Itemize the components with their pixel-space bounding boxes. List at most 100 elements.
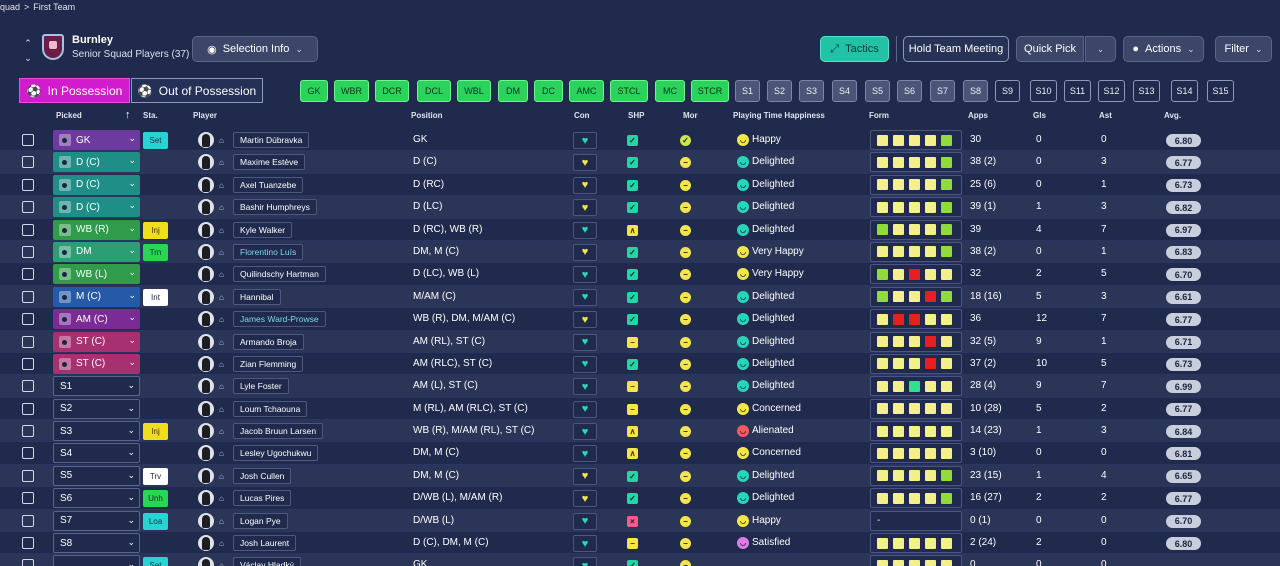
table-row[interactable]: ⌄ Set ⌂ Václav Hladký GK ♥ ✓ − 0 0 0 [0, 554, 1280, 566]
chevron-up-icon[interactable]: ⌃ [22, 36, 34, 51]
form-strip[interactable] [870, 353, 962, 374]
picked-position-select[interactable]: S6 ⌄ [53, 488, 140, 509]
column-header-goals[interactable]: Gls [1033, 111, 1046, 120]
column-header-position[interactable]: Position [411, 111, 443, 120]
select-checkbox[interactable] [22, 402, 34, 415]
position-chip-s1[interactable]: S1 [735, 80, 760, 102]
actions-button[interactable]: ● Actions ⌄ [1123, 36, 1204, 62]
position-chip-wbl[interactable]: WBL [457, 80, 491, 102]
status-badge[interactable]: Loa [143, 512, 168, 530]
player-info-icon[interactable]: ⌂ [219, 181, 224, 190]
form-strip[interactable] [870, 488, 962, 509]
player-info-icon[interactable]: ⌂ [219, 517, 224, 526]
position-chip-s10[interactable]: S10 [1030, 80, 1057, 102]
position-chip-mc[interactable]: MC [655, 80, 685, 102]
club-name[interactable]: Burnley [72, 34, 113, 46]
select-checkbox[interactable] [22, 559, 34, 566]
in-possession-tab[interactable]: ⚽ In Possession [19, 78, 130, 103]
picked-position-select[interactable]: S3 ⌄ [53, 421, 140, 442]
column-header-shp[interactable]: SHP [628, 111, 644, 120]
form-strip[interactable] [870, 219, 962, 240]
select-checkbox[interactable] [22, 335, 34, 348]
player-name[interactable]: Josh Cullen [233, 467, 292, 484]
position-chip-wbr[interactable]: WBR [334, 80, 369, 102]
player-name[interactable]: James Ward-Prowse [233, 311, 326, 328]
column-header-player[interactable]: Player [193, 111, 217, 120]
quick-pick-dropdown[interactable]: ⌄ [1085, 36, 1116, 62]
form-strip[interactable] [870, 555, 962, 566]
position-chip-dc[interactable]: DC [534, 80, 563, 102]
status-badge[interactable]: Trv [143, 467, 168, 485]
picked-position-select[interactable]: S7 ⌄ [53, 510, 140, 531]
form-strip[interactable]: - [870, 510, 962, 531]
player-name[interactable]: Kyle Walker [233, 221, 293, 238]
table-row[interactable]: S1 ⌄ ⌂ Lyle Foster AM (L), ST (C) ♥ − − ◡ Delight… [0, 375, 1280, 398]
form-strip[interactable] [870, 241, 962, 262]
player-info-icon[interactable]: ⌂ [219, 248, 224, 257]
player-name[interactable]: Václav Hladký [233, 557, 301, 566]
column-header-condition[interactable]: Con [574, 111, 590, 120]
player-name[interactable]: Jacob Bruun Larsen [233, 423, 324, 440]
status-badge[interactable]: Inj [143, 221, 168, 239]
player-info-icon[interactable]: ⌂ [219, 449, 224, 458]
player-name[interactable]: Hannibal [233, 288, 281, 305]
position-chip-dcr[interactable]: DCR [375, 80, 409, 102]
table-row[interactable]: S6 ⌄ Unh ⌂ Lucas Pires D/WB (L), M/AM (R) ♥ ✓ − ◡… [0, 487, 1280, 510]
column-header-assists[interactable]: Ast [1099, 111, 1112, 120]
table-row[interactable]: WB (L) ⌄ ⌂ Quilindschy Hartman D (LC), WB (L… [0, 263, 1280, 286]
table-row[interactable]: S7 ⌄ Loa ⌂ Logan Pye D/WB (L) ♥ × − ◡ Happy - 0 (1) 0… [0, 509, 1280, 533]
form-strip[interactable] [870, 286, 962, 307]
position-chip-s11[interactable]: S11 [1064, 80, 1091, 102]
select-checkbox[interactable] [22, 156, 34, 169]
table-row[interactable]: ST (C) ⌄ ⌂ Armando Broja AM (RL), ST (C) ♥ − − ◡… [0, 330, 1280, 353]
position-chip-s3[interactable]: S3 [799, 80, 824, 102]
picked-position-select[interactable]: M (C) ⌄ [53, 286, 140, 307]
select-checkbox[interactable] [22, 380, 34, 393]
position-chip-gk[interactable]: GK [300, 80, 328, 102]
player-info-icon[interactable]: ⌂ [219, 158, 224, 167]
status-badge[interactable]: Inj [143, 423, 168, 441]
picked-position-select[interactable]: AM (C) ⌄ [53, 309, 140, 330]
player-info-icon[interactable]: ⌂ [219, 203, 224, 212]
picked-position-select[interactable]: S4 ⌄ [53, 443, 140, 464]
select-checkbox[interactable] [22, 425, 34, 438]
player-name[interactable]: Lucas Pires [233, 490, 292, 507]
form-strip[interactable] [870, 174, 962, 195]
sort-arrow-icon[interactable]: ↑ [125, 109, 131, 121]
position-chip-s15[interactable]: S15 [1207, 80, 1234, 102]
picked-position-select[interactable]: DM ⌄ [53, 241, 140, 262]
player-info-icon[interactable]: ⌂ [219, 293, 224, 302]
position-chip-amc[interactable]: AMC [569, 80, 604, 102]
table-row[interactable]: D (C) ⌄ ⌂ Maxime Estève D (C) ♥ ✓ − ◡ Delighted 38… [0, 151, 1280, 174]
position-chip-s5[interactable]: S5 [865, 80, 890, 102]
player-name[interactable]: Loum Tchaouna [233, 400, 308, 417]
status-badge[interactable]: Int [143, 288, 168, 306]
select-checkbox[interactable] [22, 492, 34, 505]
position-chip-s8[interactable]: S8 [963, 80, 988, 102]
form-strip[interactable] [870, 398, 962, 419]
player-name[interactable]: Armando Broja [233, 333, 304, 350]
column-header-form[interactable]: Form [869, 111, 889, 120]
position-chip-s6[interactable]: S6 [897, 80, 922, 102]
tactics-button[interactable]: ⤢ Tactics [820, 36, 889, 62]
player-info-icon[interactable]: ⌂ [219, 539, 224, 548]
table-row[interactable]: S3 ⌄ Inj ⌂ Jacob Bruun Larsen WB (R), M/AM (R… [0, 420, 1280, 443]
form-strip[interactable] [870, 130, 962, 150]
player-info-icon[interactable]: ⌂ [219, 382, 224, 391]
out-of-possession-tab[interactable]: ⚽ Out of Possession [131, 78, 263, 103]
position-chip-s14[interactable]: S14 [1171, 80, 1198, 102]
picked-position-select[interactable]: S8 ⌄ [53, 533, 140, 554]
form-strip[interactable] [870, 197, 962, 218]
player-info-icon[interactable]: ⌂ [219, 226, 224, 235]
player-info-icon[interactable]: ⌂ [219, 494, 224, 503]
table-row[interactable]: ST (C) ⌄ ⌂ Zian Flemming AM (RLC), ST (C) ♥ ✓ −… [0, 353, 1280, 376]
position-chip-s12[interactable]: S12 [1098, 80, 1125, 102]
form-strip[interactable] [870, 443, 962, 464]
column-header-status[interactable]: Sta. [143, 111, 158, 120]
position-chip-s9[interactable]: S9 [995, 80, 1020, 102]
picked-position-select[interactable]: WB (R) ⌄ [53, 219, 140, 240]
player-name[interactable]: Zian Flemming [233, 355, 304, 372]
player-name[interactable]: Florentino Luís [233, 243, 304, 260]
select-checkbox[interactable] [22, 178, 34, 191]
table-row[interactable]: S4 ⌄ ⌂ Lesley Ugochukwu DM, M (C) ♥ ∧ − ◡ Concern… [0, 442, 1280, 465]
